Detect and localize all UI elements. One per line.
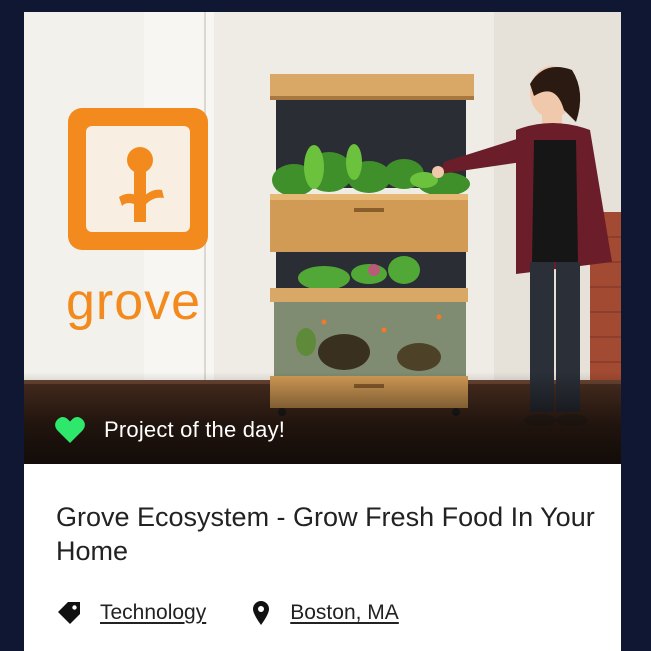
project-meta: Technology Boston, MA [56, 598, 399, 628]
project-card[interactable]: grove Project of the day! Grove Ecosyste… [24, 12, 621, 651]
location-link[interactable]: Boston, MA [290, 601, 399, 625]
tag-icon [58, 602, 80, 624]
category-link[interactable]: Technology [100, 601, 206, 625]
badge-label: Project of the day! [104, 417, 286, 442]
map-pin-icon [253, 601, 270, 625]
heart-icon [55, 417, 85, 443]
brand-wordmark: grove [66, 273, 202, 331]
hero-image[interactable]: grove Project of the day! [24, 12, 621, 464]
project-of-day-badge: Project of the day! [54, 415, 285, 445]
project-title[interactable]: Grove Ecosystem - Grow Fresh Food In You… [56, 500, 596, 568]
